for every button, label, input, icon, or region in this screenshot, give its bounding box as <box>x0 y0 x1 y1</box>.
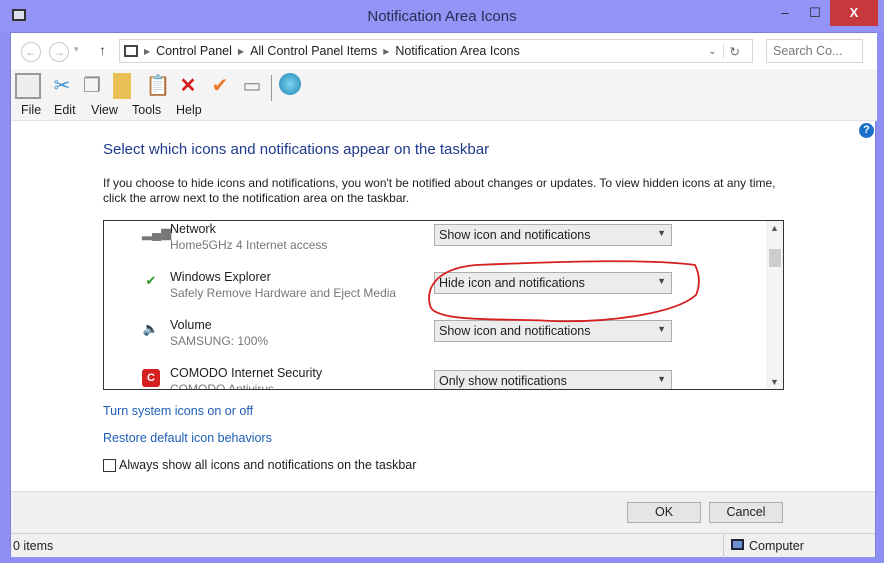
status-divider <box>723 534 724 558</box>
always-show-checkbox[interactable] <box>103 459 116 472</box>
ok-button[interactable]: OK <box>627 502 701 523</box>
always-show-label[interactable]: Always show all icons and notifications … <box>119 458 416 472</box>
location-label: Computer <box>749 539 804 553</box>
computer-icon <box>731 539 744 550</box>
window-title: Notification Area Icons <box>367 8 517 25</box>
close-button[interactable]: X <box>830 0 878 26</box>
red-circle-annotation <box>428 260 700 323</box>
annotation-stroke <box>428 260 700 323</box>
minimize-button[interactable]: ‒ <box>770 0 800 26</box>
title-bar: Notification Area Icons ‒ ☐ X <box>0 0 884 32</box>
item-count: 0 items <box>13 539 54 553</box>
cancel-button[interactable]: Cancel <box>709 502 783 523</box>
window-client: ← → ▾ ↑ ▶ Control Panel ▶ All Control Pa… <box>10 32 877 558</box>
turn-system-icons-link[interactable]: Turn system icons on or off <box>103 404 253 418</box>
dialog-footer: OK Cancel <box>11 491 875 533</box>
status-bar: 0 items Computer <box>11 533 875 558</box>
maximize-button[interactable]: ☐ <box>800 0 830 26</box>
restore-defaults-link[interactable]: Restore default icon behaviors <box>103 431 272 445</box>
